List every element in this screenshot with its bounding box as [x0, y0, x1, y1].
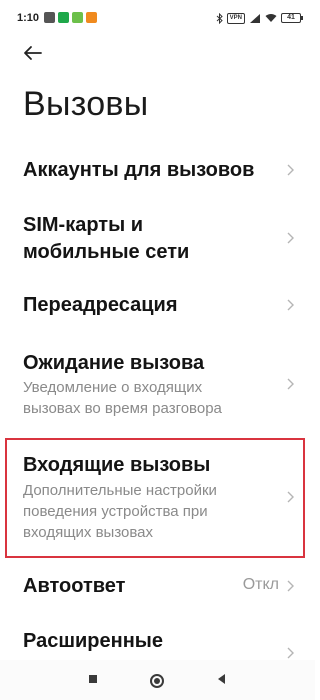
setting-subtitle-line2: вызовах во время разговора [23, 400, 222, 417]
bluetooth-icon [216, 12, 223, 24]
chevron-right-icon [287, 299, 294, 311]
home-circle-icon[interactable] [149, 673, 165, 689]
chevron-right-icon [287, 580, 294, 592]
status-right-group: VPN 41 [216, 10, 303, 26]
chevron-right-icon [287, 647, 294, 659]
setting-subtitle-line1: Уведомление о входящих [23, 379, 203, 396]
setting-title: Аккаунты для вызовов [23, 159, 255, 181]
theme-icon [44, 12, 55, 23]
system-nav-bar [0, 660, 315, 700]
chevron-right-icon [287, 378, 294, 390]
recents-square-icon[interactable] [87, 673, 99, 685]
status-bar: 1:10 VPN 41 [0, 0, 315, 38]
setting-value: Откл [242, 576, 279, 593]
setting-call-forwarding[interactable]: Переадресация [0, 282, 315, 328]
wifi-icon [265, 14, 277, 22]
setting-advanced[interactable]: Расширенные [0, 624, 315, 660]
setting-title: Автоответ [23, 575, 126, 597]
setting-title-line1: SIM-карты и [23, 214, 144, 236]
back-triangle-icon[interactable] [216, 673, 228, 685]
setting-title: Ожидание вызова [23, 352, 205, 374]
highlight-box [5, 438, 305, 558]
vpn-badge: VPN [226, 12, 245, 24]
setting-title-line2: мобильные сети [23, 241, 190, 263]
app-green-icon [58, 12, 69, 23]
chevron-right-icon [287, 232, 294, 244]
setting-title: Расширенные [23, 630, 163, 652]
app-orange-icon [86, 12, 97, 23]
battery-indicator: 41 [281, 13, 303, 23]
setting-sim-cards[interactable]: SIM-карты и мобильные сети [0, 206, 315, 268]
app-lightgreen-icon [72, 12, 83, 23]
page-title: Вызовы [23, 85, 149, 123]
setting-auto-answer[interactable]: Автоответ Откл [0, 566, 315, 606]
setting-call-accounts[interactable]: Аккаунты для вызовов [0, 145, 315, 195]
signal-icon [250, 13, 260, 23]
setting-call-waiting[interactable]: Ожидание вызова Уведомление о входящих в… [0, 344, 315, 424]
status-time: 1:10 [17, 12, 40, 24]
setting-title: Переадресация [23, 294, 178, 316]
arrow-left-icon [24, 46, 42, 60]
back-button[interactable] [17, 38, 47, 68]
chevron-right-icon [287, 164, 294, 176]
